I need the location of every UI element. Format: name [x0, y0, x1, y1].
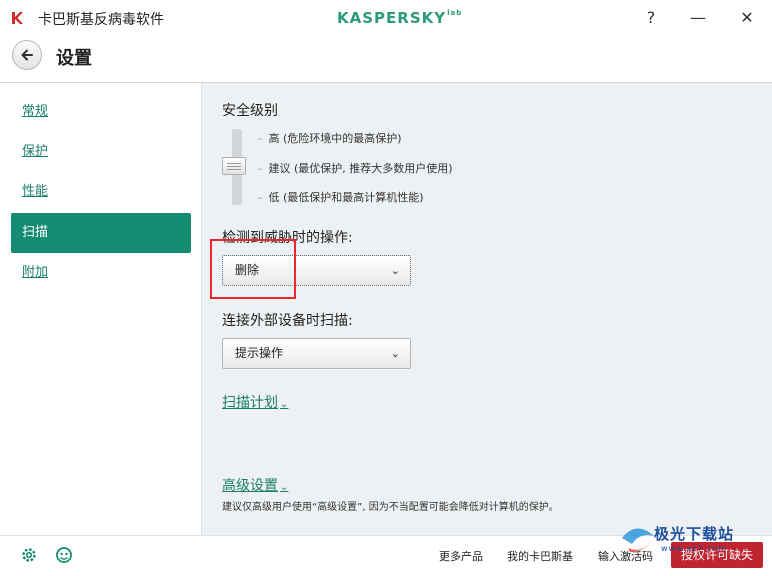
sidebar: 常规 保护 性能 扫描 附加: [0, 83, 202, 535]
sidebar-item-additional[interactable]: 附加: [11, 253, 191, 293]
settings-header: 设置: [0, 36, 772, 83]
app-title: 卡巴斯基反病毒软件: [38, 12, 164, 28]
highlight-box: [210, 239, 296, 299]
settings-panel: 安全级别 – 高 (危险环境中的最高保护) – 建议 (最优保护, 推荐大多数用户使…: [202, 83, 772, 535]
scan-schedule-link[interactable]: 扫描计划 ⌄: [222, 392, 288, 412]
advanced-settings-link[interactable]: 高级设置 ⌄: [222, 475, 288, 495]
level-high: – 高 (危险环境中的最高保护): [257, 132, 402, 145]
arrow-left-icon: [21, 49, 33, 61]
kaspersky-logo: KASPERSKYlab: [337, 9, 463, 27]
app-window: 卡巴斯基反病毒软件 KASPERSKYlab ? — ✕ 设置 常规 保护 性能…: [0, 0, 772, 576]
kaspersky-k-icon: [12, 12, 23, 24]
chevron-down-icon: ⌄: [390, 347, 400, 360]
chevron-down-icon: ⌄: [280, 399, 289, 410]
security-level-slider-thumb[interactable]: [222, 157, 246, 175]
external-device-value: 提示操作: [235, 346, 284, 360]
sidebar-item-performance[interactable]: 性能: [11, 172, 191, 212]
security-level-title: 安全级别: [222, 103, 278, 119]
my-kaspersky-link[interactable]: 我的卡巴斯基: [507, 548, 573, 564]
close-button[interactable]: ✕: [732, 6, 762, 30]
support-icon[interactable]: [55, 546, 73, 564]
level-recommended: – 建议 (最优保护, 推荐大多数用户使用): [257, 162, 453, 175]
advanced-settings-note: 建议仅高级用户使用“高级设置”, 因为不当配置可能会降低对计算机的保护。: [222, 502, 559, 513]
back-button[interactable]: [12, 40, 42, 70]
watermark-subtext: www.xz7.com: [661, 544, 728, 553]
help-button[interactable]: ?: [636, 6, 666, 30]
level-low: – 低 (最低保护和最高计算机性能): [257, 191, 424, 204]
page-title: 设置: [56, 48, 92, 69]
chevron-down-icon: ⌄: [280, 482, 289, 493]
sidebar-item-general[interactable]: 常规: [11, 92, 191, 132]
external-device-label: 连接外部设备时扫描:: [222, 313, 353, 329]
watermark-text: 极光下载站: [654, 525, 735, 543]
chevron-down-icon: ⌄: [390, 264, 400, 277]
more-products-link[interactable]: 更多产品: [439, 548, 483, 564]
external-device-dropdown[interactable]: 提示操作 ⌄: [222, 338, 411, 369]
minimize-button[interactable]: —: [683, 6, 713, 30]
sidebar-item-protection[interactable]: 保护: [11, 132, 191, 172]
sidebar-item-scan[interactable]: 扫描: [11, 213, 191, 253]
gear-icon[interactable]: [20, 546, 38, 564]
title-bar: 卡巴斯基反病毒软件 KASPERSKYlab ? — ✕: [0, 0, 772, 36]
